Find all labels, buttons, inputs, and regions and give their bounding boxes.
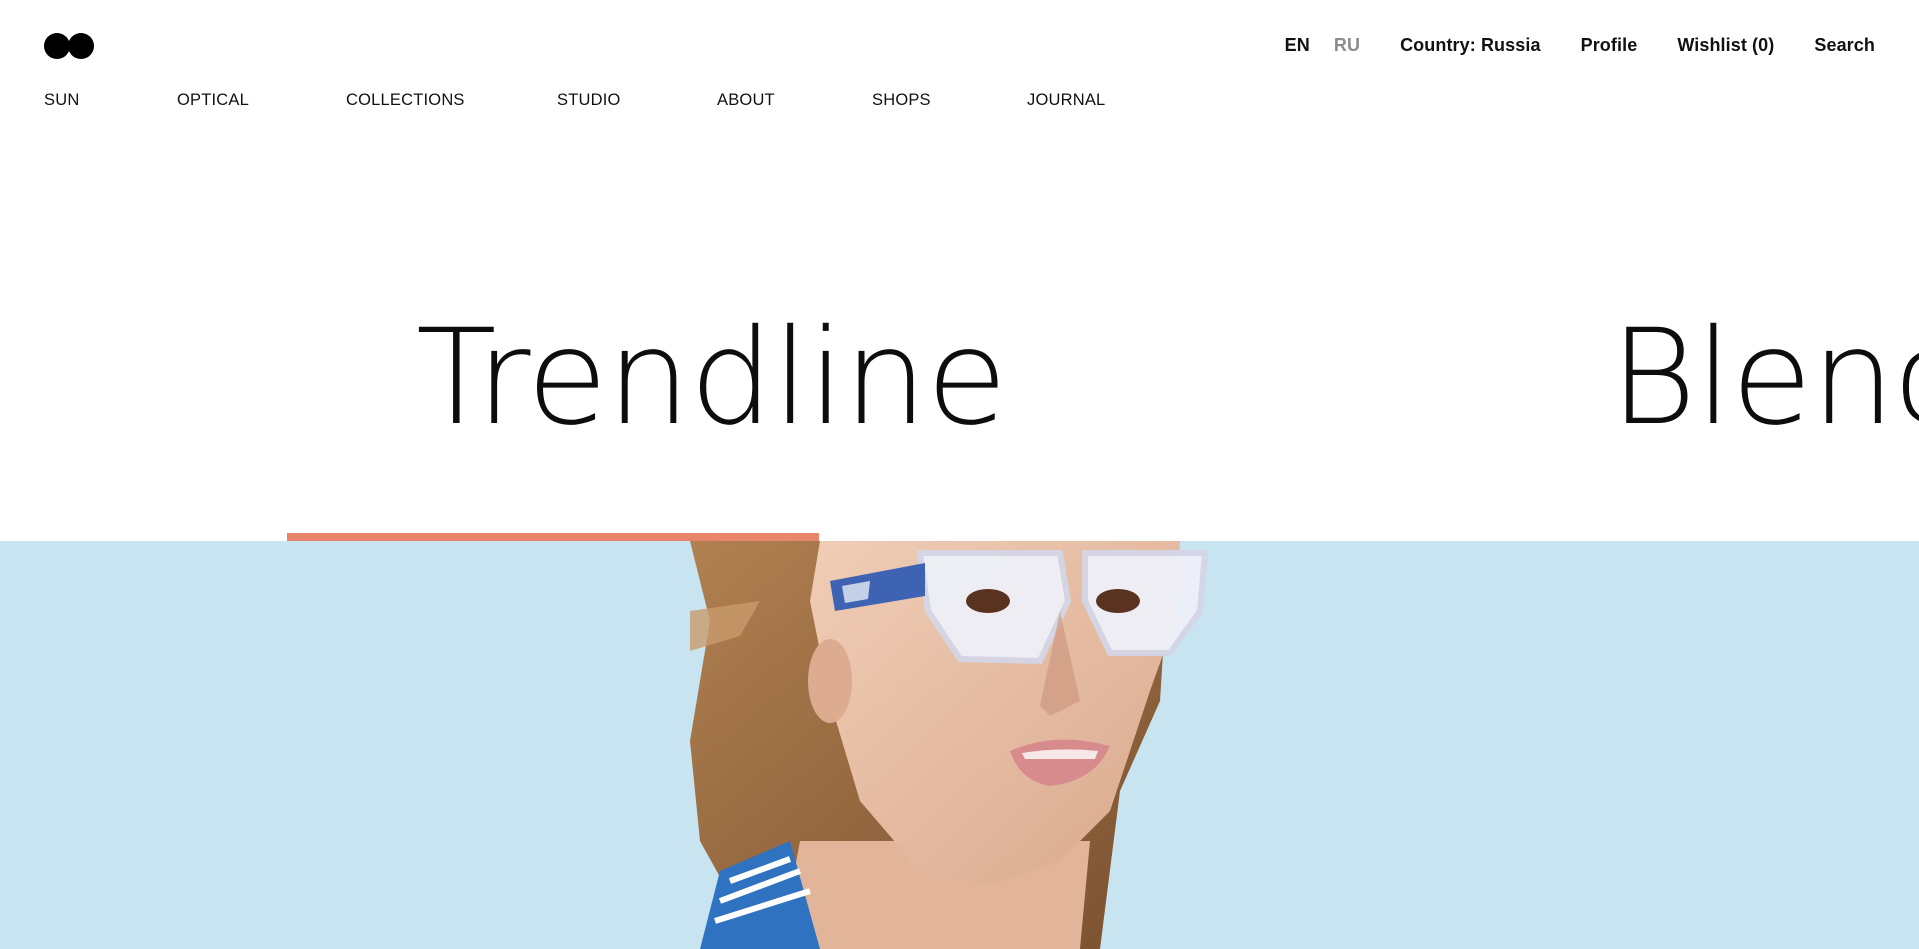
nav-item-shops[interactable]: SHOPS xyxy=(872,89,931,111)
country-selector[interactable]: Country: Russia xyxy=(1400,34,1541,56)
nav-item-studio[interactable]: STUDIO xyxy=(557,89,621,111)
brand-logo-icon[interactable] xyxy=(44,33,96,59)
slide-progress-bar xyxy=(287,533,819,541)
nav-item-journal[interactable]: JOURNAL xyxy=(1027,89,1105,111)
wishlist-link[interactable]: Wishlist (0) xyxy=(1677,34,1774,56)
logo-right-circle xyxy=(68,33,94,59)
language-ru-link[interactable]: RU xyxy=(1334,34,1360,56)
hero-image-band xyxy=(0,541,1919,949)
logo-left-circle xyxy=(44,33,70,59)
language-en-link[interactable]: EN xyxy=(1285,34,1310,56)
hero-slide-title-next[interactable]: Blenc xyxy=(1610,312,1919,444)
search-link[interactable]: Search xyxy=(1814,34,1875,56)
nav-item-collections[interactable]: COLLECTIONS xyxy=(346,89,465,111)
nav-item-about[interactable]: ABOUT xyxy=(717,89,775,111)
utility-nav: EN RU Country: Russia Profile Wishlist (… xyxy=(1285,34,1875,56)
nav-item-optical[interactable]: OPTICAL xyxy=(177,89,249,111)
nav-item-sun[interactable]: SUN xyxy=(44,89,79,111)
profile-link[interactable]: Profile xyxy=(1581,34,1638,56)
hero-slide-title-active[interactable]: Trendline xyxy=(416,312,1007,444)
page: EN RU Country: Russia Profile Wishlist (… xyxy=(0,0,1919,949)
model-photo xyxy=(690,541,1209,949)
